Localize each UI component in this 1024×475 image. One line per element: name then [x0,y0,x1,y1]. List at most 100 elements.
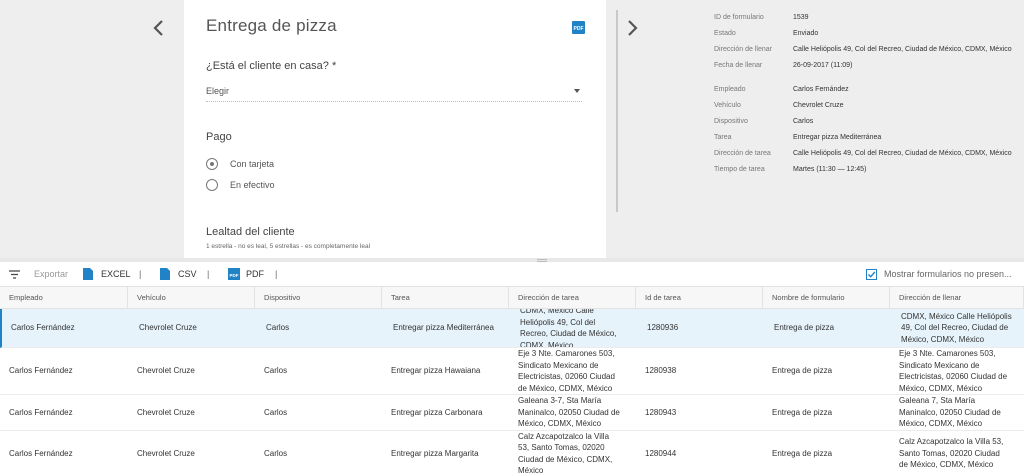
detail-label: Dispositivo [714,118,748,125]
detail-value: Calle Heliópolis 49, Col del Recreo, Ciu… [793,46,1012,53]
detail-value: Martes (11:30 — 12:45) [793,166,867,173]
column-header-employee[interactable]: Empleado [0,287,128,308]
cell-device: Carlos [264,407,288,417]
table-row[interactable]: Carlos Fernández Chevrolet Cruze Carlos … [0,348,1024,395]
payment-option-label: En efectivo [230,180,275,190]
detail-value: Carlos Fernández [793,86,849,93]
csv-file-icon [160,268,170,280]
cell-device: Carlos [264,366,288,376]
cell-fill-address: Eje 3 Nte. Camarones 503, Sindicato Mexi… [899,349,1008,393]
cell-task-id: 1280938 [645,366,677,376]
cell-form-name: Entrega de pizza [772,366,833,376]
cell-task-address: Eje 3 Nte. Camarones 503, Sindicato Mexi… [518,349,615,393]
cell-vehicle: Chevrolet Cruze [137,407,195,417]
pdf-label: PDF [246,269,264,279]
detail-value: Carlos [793,118,814,125]
table-header: Empleado Vehículo Dispositivo Tarea Dire… [0,286,1024,309]
radio-checked-icon[interactable] [206,158,218,170]
previous-form-button[interactable] [146,16,170,40]
csv-label: CSV [178,269,197,279]
export-csv-button[interactable]: CSV [160,262,197,286]
question-loyalty: Lealtad del cliente [206,226,295,238]
show-hidden-forms-label: Mostrar formularios no presen... [884,269,1012,279]
toolbar-separator: | [207,269,210,279]
detail-value: Enviado [793,30,819,37]
detail-value: 26-09-2017 (11:09) [793,62,853,69]
cell-task-id: 1280936 [647,323,679,333]
detail-label: Dirección de llenar [714,46,772,53]
table-row[interactable]: Carlos Fernández Chevrolet Cruze Carlos … [0,431,1024,475]
client-home-select[interactable]: Elegir [206,86,582,102]
column-header-fill-address[interactable]: Dirección de llenar [890,287,1024,308]
form-title: Entrega de pizza [206,16,337,35]
column-header-task-address[interactable]: Dirección de tarea [509,287,636,308]
cell-form-name: Entrega de pizza [772,448,833,458]
next-form-button[interactable] [621,16,645,40]
toolbar-separator: | [275,269,278,279]
payment-option-card[interactable]: Con tarjeta [206,157,274,171]
detail-label: Estado [714,30,736,37]
export-excel-button[interactable]: EXCEL [83,262,131,286]
cell-vehicle: Chevrolet Cruze [137,366,195,376]
payment-option-cash[interactable]: En efectivo [206,178,275,192]
excel-file-icon [83,268,93,280]
detail-value: Entregar pizza Mediterránea [793,134,882,141]
grid-toolbar: Exportar EXCEL | CSV | PDF PDF | Mostrar… [0,262,1024,286]
cell-task: Entregar pizza Carbonara [391,407,483,417]
cell-form-name: Entrega de pizza [772,407,833,417]
detail-label: Empleado [714,86,746,93]
payment-option-label: Con tarjeta [230,159,275,169]
checkbox-checked-icon[interactable] [866,268,877,280]
cell-employee: Carlos Fernández [9,448,73,458]
filter-button[interactable] [9,262,21,286]
detail-label: ID de formulario [714,14,764,21]
export-label: Exportar [34,269,69,279]
cell-task: Entregar pizza Margarita [391,448,479,458]
form-viewer: Entrega de pizza PDF ¿Está el cliente en… [0,0,1024,258]
chevron-left-icon [153,20,163,36]
cell-task: Entregar pizza Hawaiana [391,366,481,376]
form-card: Entrega de pizza PDF ¿Está el cliente en… [184,0,606,258]
pdf-file-icon: PDF [228,268,240,280]
pdf-download-icon[interactable]: PDF [572,21,585,34]
question-client-home: ¿Está el cliente en casa? * [206,60,337,72]
column-header-device[interactable]: Dispositivo [255,287,382,308]
toolbar-separator: | [139,269,142,279]
column-header-vehicle[interactable]: Vehículo [128,287,255,308]
table-row[interactable]: Carlos Fernández Chevrolet Cruze Carlos … [0,309,1024,348]
table-row[interactable]: Carlos Fernández Chevrolet Cruze Carlos … [0,395,1024,431]
filter-icon [9,269,20,279]
column-header-form-name[interactable]: Nombre de formulario [763,287,890,308]
cell-task-address: Calz Azcapotzalco la Villa 53, Santo Tom… [518,431,613,475]
detail-value: Calle Heliópolis 49, Col del Recreo, Ciu… [793,150,1012,157]
detail-label: Tarea [714,134,732,141]
question-payment: Pago [206,131,232,143]
radio-unchecked-icon[interactable] [206,179,218,191]
cell-fill-address: Galeana 7, Sta María Maninalco, 02050 Ci… [899,396,1001,429]
column-header-task[interactable]: Tarea [382,287,509,308]
cell-fill-address: CDMX, México Calle Heliópolis 49, Col de… [901,311,1012,344]
panel-divider [616,10,618,212]
cell-task-id: 1280944 [645,448,677,458]
cell-device: Carlos [266,323,290,333]
cell-employee: Carlos Fernández [9,366,73,376]
dropdown-caret-icon [574,89,580,93]
cell-vehicle: Chevrolet Cruze [137,448,195,458]
export-pdf-button[interactable]: PDF PDF [228,262,264,286]
cell-task: Entregar pizza Mediterránea [393,323,494,333]
select-value: Elegir [206,86,230,96]
cell-vehicle: Chevrolet Cruze [139,323,197,333]
detail-label: Dirección de tarea [714,150,771,157]
loyalty-hint: 1 estrella - no es leal, 5 estrellas - e… [206,243,371,250]
detail-value: 1539 [793,14,809,21]
column-header-task-id[interactable]: Id de tarea [636,287,763,308]
detail-label: Vehículo [714,102,741,109]
show-hidden-forms-toggle[interactable]: Mostrar formularios no presen... [866,262,1012,286]
cell-form-name: Entrega de pizza [774,323,835,333]
detail-label: Fecha de llenar [714,62,763,69]
excel-label: EXCEL [101,269,131,279]
detail-value: Chevrolet Cruze [793,102,844,109]
cell-employee: Carlos Fernández [11,323,75,333]
forms-table: Empleado Vehículo Dispositivo Tarea Dire… [0,286,1024,475]
chevron-right-icon [628,20,638,36]
